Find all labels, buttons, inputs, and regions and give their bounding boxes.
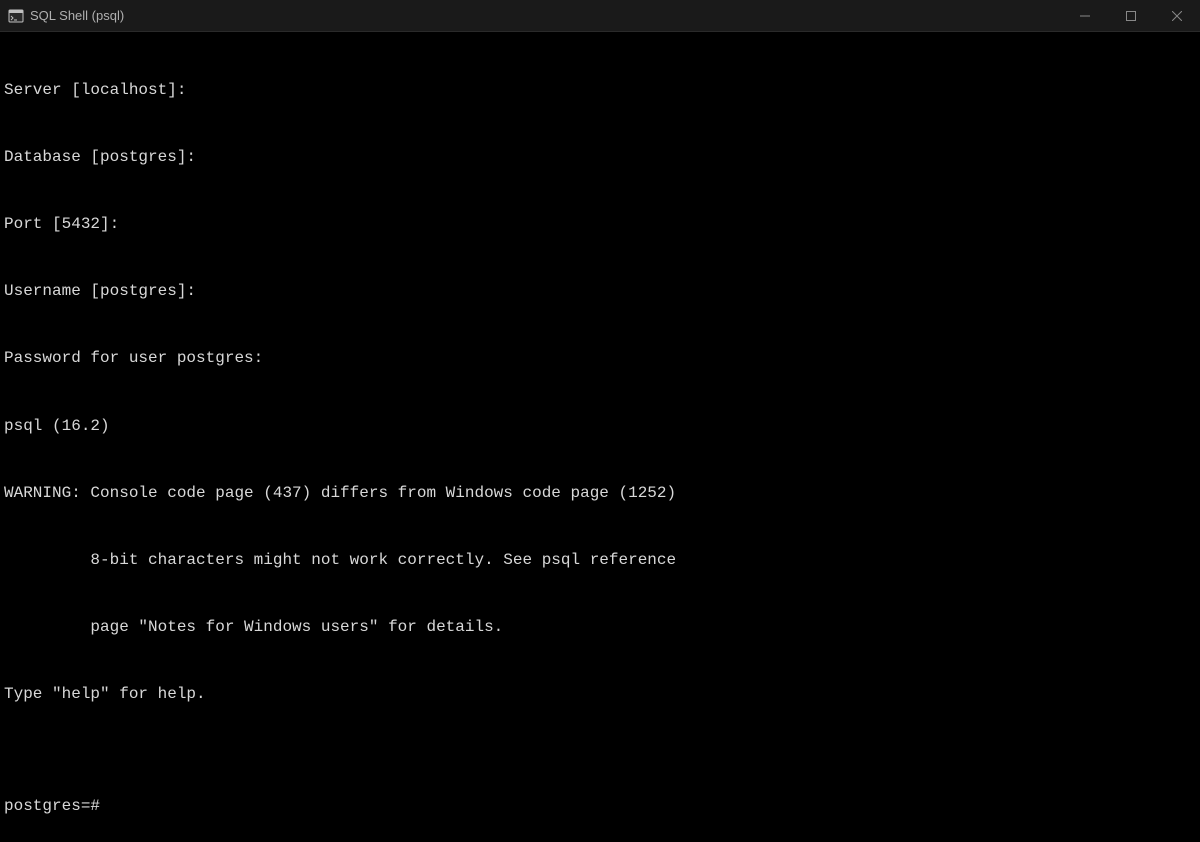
terminal-line: Type "help" for help. bbox=[4, 683, 1196, 705]
terminal-prompt: postgres=# bbox=[4, 795, 1196, 817]
terminal-line: 8-bit characters might not work correctl… bbox=[4, 549, 1196, 571]
window-title: SQL Shell (psql) bbox=[30, 8, 124, 23]
terminal-line: Database [postgres]: bbox=[4, 146, 1196, 168]
terminal-icon bbox=[8, 8, 24, 24]
terminal-line: WARNING: Console code page (437) differs… bbox=[4, 482, 1196, 504]
titlebar: SQL Shell (psql) bbox=[0, 0, 1200, 32]
maximize-button[interactable] bbox=[1108, 0, 1154, 32]
close-button[interactable] bbox=[1154, 0, 1200, 32]
window-controls bbox=[1062, 0, 1200, 31]
terminal-line: Port [5432]: bbox=[4, 213, 1196, 235]
minimize-button[interactable] bbox=[1062, 0, 1108, 32]
terminal-output[interactable]: Server [localhost]: Database [postgres]:… bbox=[0, 32, 1200, 842]
terminal-line: page "Notes for Windows users" for detai… bbox=[4, 616, 1196, 638]
terminal-line: psql (16.2) bbox=[4, 415, 1196, 437]
terminal-line: Server [localhost]: bbox=[4, 79, 1196, 101]
titlebar-left: SQL Shell (psql) bbox=[8, 8, 124, 24]
terminal-line: Password for user postgres: bbox=[4, 347, 1196, 369]
terminal-line: Username [postgres]: bbox=[4, 280, 1196, 302]
